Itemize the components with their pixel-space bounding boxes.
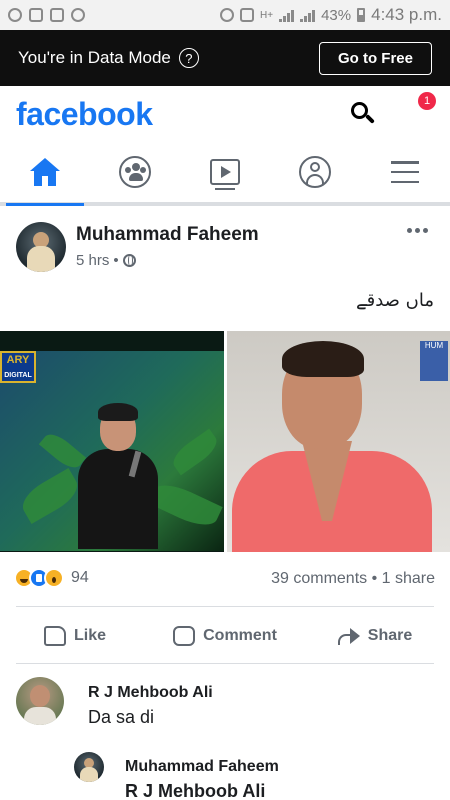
comment-button[interactable]: Comment <box>150 616 300 656</box>
comments-shares-count[interactable]: 39 comments • 1 share <box>271 570 435 588</box>
channel-logo-left-top: ARY <box>6 354 30 366</box>
watch-icon <box>210 159 240 190</box>
share-icon <box>337 626 360 646</box>
meta-separator: • <box>113 252 119 269</box>
data-mode-bar: You're in Data Mode ? Go to Free <box>0 30 450 86</box>
facebook-logo[interactable]: facebook <box>16 96 153 133</box>
wow-reaction-icon <box>44 568 64 588</box>
gallery-icon <box>29 8 43 22</box>
tab-watch[interactable] <box>180 142 270 202</box>
channel-logo-left: ARY DIGITAL <box>0 351 36 383</box>
data-mode-message: You're in Data Mode <box>18 48 171 67</box>
go-to-free-button[interactable]: Go to Free <box>318 41 432 75</box>
groups-icon <box>119 156 151 188</box>
clock: 4:43 p.m. <box>371 5 442 24</box>
comment-text: Da sa di <box>88 707 155 727</box>
share-button[interactable]: Share <box>300 616 450 656</box>
help-icon[interactable]: ? <box>178 48 199 68</box>
like-label: Like <box>73 627 106 644</box>
channel-logo-left-bottom: DIGITAL <box>4 372 32 379</box>
tab-menu[interactable] <box>360 142 450 202</box>
reply-author[interactable]: Muhammad Faheem <box>125 758 279 776</box>
whatsapp-icon <box>8 8 22 22</box>
post-author[interactable]: Muhammad Faheem <box>76 224 259 246</box>
signal-icon-2 <box>300 9 316 22</box>
battery-icon <box>357 8 366 22</box>
avatar[interactable] <box>16 222 66 272</box>
notification-badge[interactable]: 1 <box>418 92 436 110</box>
post-photo-left[interactable]: ARY DIGITAL <box>0 331 224 552</box>
more-options-icon[interactable] <box>407 228 428 233</box>
post-time[interactable]: 5 hrs <box>76 252 109 269</box>
menu-icon <box>391 161 419 183</box>
data-saver-icon <box>240 8 255 22</box>
main-nav <box>0 142 450 206</box>
reactions-summary[interactable]: 94 <box>14 568 89 588</box>
battery-percent: 43% <box>321 6 352 24</box>
signal-icon <box>279 9 295 22</box>
reaction-count: 94 <box>71 569 89 586</box>
comment-author[interactable]: R J Mehboob Ali <box>88 684 213 702</box>
post-header: Muhammad Faheem 5 hrs • <box>16 222 436 278</box>
mail-icon <box>50 8 64 22</box>
search-icon[interactable] <box>350 101 376 127</box>
status-bar: H+ 43% 4:43 p.m. <box>0 0 450 30</box>
comment-avatar[interactable] <box>16 677 64 725</box>
tab-groups[interactable] <box>90 142 180 202</box>
alarm-icon <box>220 8 235 22</box>
post-caption: ماں صدقے <box>356 290 434 311</box>
post-meta: 5 hrs • <box>76 252 136 269</box>
channel-logo-right: HUM <box>420 341 448 381</box>
profile-icon <box>299 156 331 188</box>
sync-icon <box>71 8 85 22</box>
comment-label: Comment <box>203 627 277 644</box>
tab-profile[interactable] <box>270 142 360 202</box>
divider <box>16 606 434 607</box>
network-type: H+ <box>260 9 274 21</box>
reply-avatar[interactable] <box>74 752 104 782</box>
like-button[interactable]: Like <box>0 616 150 656</box>
home-icon <box>30 158 60 186</box>
share-label: Share <box>367 627 413 644</box>
post-photo-right[interactable]: HUM <box>227 331 450 552</box>
tab-home[interactable] <box>0 142 90 206</box>
comment-icon <box>173 626 196 646</box>
divider <box>16 663 434 664</box>
post-actions: Like Comment Share <box>0 616 450 656</box>
reply-text: R J Mehboob Ali <box>125 781 266 800</box>
globe-icon <box>122 254 136 267</box>
thumbs-up-icon <box>43 626 66 646</box>
app-header: facebook 1 <box>0 86 450 142</box>
